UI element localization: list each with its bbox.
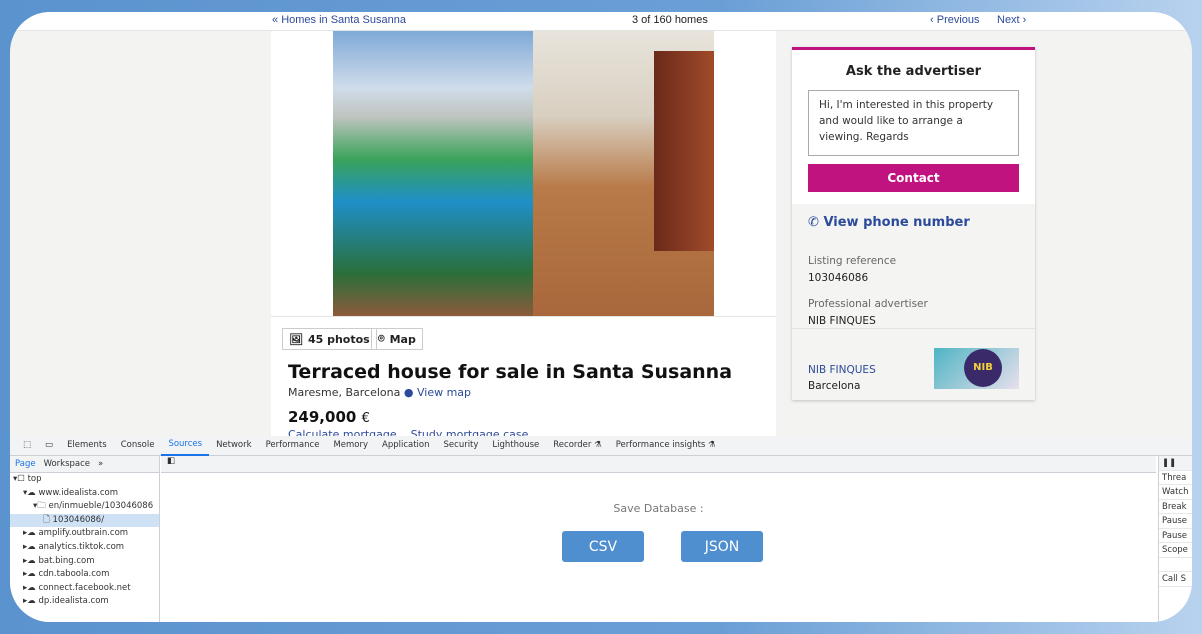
advertiser-label: Professional advertiser [808,298,928,310]
price-value: 249,000 [288,408,357,426]
tree-item[interactable]: ▸☁ bat.bing.com [10,555,159,569]
tree-item-label: en/inmueble/103046086 [48,501,154,512]
tree-item-label: www.idealista.com [38,487,118,498]
sources-navigator: Page Workspace » ▾☐ top ▾☁ www.idealista.co… [10,456,160,622]
editor-area: ◧ Save Database : CSV JSON [161,456,1156,622]
phone-label: View phone number [823,215,970,230]
debugger-section[interactable]: Pause [1159,514,1192,529]
contact-heading: Ask the advertiser [845,64,982,79]
listing-nav: « Homes in Santa Susanna 3 of 160 homes … [10,12,1192,31]
tree-item[interactable]: ▸☁ amplify.outbrain.com [10,527,159,541]
view-map-link[interactable]: ● View map [404,386,471,399]
photos-label: 45 photos [307,332,370,346]
browser-window: « Homes in Santa Susanna 3 of 160 homes … [10,12,1192,622]
inspect-icon[interactable]: ⬚ [16,436,38,455]
debugger-section[interactable] [1159,558,1192,572]
result-counter: 3 of 160 homes [632,14,708,26]
agency-logo[interactable]: NIB [934,348,1019,389]
tree-item[interactable]: ▾☐ top [10,473,159,487]
tree-item-label: connect.facebook.net [38,582,131,593]
tree-item-label: cdn.taboola.com [38,569,110,580]
map-pin-icon: ⌾ [378,332,385,345]
file-tree: ▾☐ top ▾☁ www.idealista.com ▾🗀 en/inmueble… [10,473,159,609]
devtools-tab[interactable]: Performance insights ⚗ [609,436,723,455]
agency-link[interactable]: NIB FINQUES [808,364,876,376]
tree-item[interactable]: ▸☁ connect.facebook.net [10,582,159,596]
image-icon: 🖼 [289,332,303,346]
devtools-tab[interactable]: Network [209,436,259,455]
view-phone-link[interactable]: ✆ View phone number [808,215,970,230]
tree-item-label: analytics.tiktok.com [38,541,125,552]
previous-label: Previous [936,14,980,26]
debugger-section[interactable]: Call S [1159,572,1192,587]
devtools-tab[interactable]: Lighthouse [485,436,546,455]
csv-button[interactable]: CSV [562,531,644,562]
back-label: Homes in Santa Susanna [281,14,406,26]
listing-title: Terraced house for sale in Santa Susanna [288,361,733,383]
tab-page[interactable]: Page [15,459,36,469]
ref-label: Listing reference [808,255,897,267]
tab-workspace[interactable]: Workspace [44,459,90,469]
devtools-tab[interactable]: Recorder ⚗ [546,436,608,455]
currency: € [361,411,370,426]
listing-main: 🖼 45 photos ⌾ Map Terraced house for sale … [271,31,776,441]
debugger-section[interactable]: Break [1159,500,1192,514]
next-link[interactable]: Next › [997,14,1026,26]
property-photo[interactable] [333,31,714,316]
json-button[interactable]: JSON [681,531,763,562]
tree-item-label: amplify.outbrain.com [38,528,129,539]
devtools-tab[interactable]: Security [437,436,486,455]
devtools-tabs: ⬚ ▭ Elements Console Sources Network Performan… [10,436,1192,456]
tree-item[interactable]: ▾🗀 en/inmueble/103046086 [10,500,159,514]
more-tabs-button[interactable]: » [98,459,103,469]
back-to-list-link[interactable]: « Homes in Santa Susanna [272,14,406,26]
devtools-tab[interactable]: Console [114,436,162,455]
ref-value: 103046086 [808,272,869,284]
tree-item[interactable]: ▸☁ analytics.tiktok.com [10,541,159,555]
tree-item-label: bat.bing.com [38,555,95,566]
debugger-section[interactable]: Scope [1159,543,1192,558]
previous-link[interactable]: ‹ Previous [930,14,980,26]
toggle-navigator-icon[interactable]: ◧ [161,456,175,466]
message-textarea[interactable]: Hi, I'm interested in this property and … [808,90,1019,156]
contact-card: Ask the advertiser Hi, I'm interested in… [792,47,1035,400]
tree-item-label: top [27,474,42,484]
device-icon[interactable]: ▭ [38,436,60,455]
agency-city: Barcelona [808,380,861,392]
price: 249,000 € [288,408,370,426]
tree-item-label: dp.idealista.com [38,596,109,607]
debugger-section[interactable]: Threa [1159,471,1192,485]
tree-item[interactable]: ▾☁ www.idealista.com [10,487,159,501]
devtools-tab[interactable]: Memory [326,436,375,455]
debugger-section[interactable]: Pause [1159,529,1192,543]
advertiser-value: NIB FINQUES [808,315,876,327]
photos-button[interactable]: 🖼 45 photos [282,328,377,350]
location: Maresme, Barcelona ● View map [288,386,471,399]
devtools-tab[interactable]: Performance [259,436,327,455]
save-database-label: Save Database : [613,502,704,515]
next-label: Next [997,14,1020,26]
devtools-tab[interactable]: Application [375,436,437,455]
devtools-panel: ⬚ ▭ Elements Console Sources Network Performan… [10,436,1192,622]
map-button[interactable]: ⌾ Map [371,328,423,350]
map-label: Map [389,332,416,346]
view-map-label: View map [416,386,472,399]
pause-icon[interactable]: ❚❚ [1159,456,1192,471]
phone-icon: ✆ [808,215,819,230]
devtools-tab[interactable]: Sources [161,435,210,456]
contact-button[interactable]: Contact [808,164,1019,192]
tree-item[interactable]: ▸☁ dp.idealista.com [10,595,159,609]
debugger-sidebar: ❚❚ Threa Watch Break Pause Pause Scope Call S [1158,456,1192,622]
tree-item[interactable]: ▸☁ cdn.taboola.com [10,568,159,582]
debugger-section[interactable]: Watch [1159,485,1192,500]
tree-item[interactable]: 🗋 103046086/ [10,513,159,528]
devtools-tab[interactable]: Elements [60,436,114,455]
tree-item-label: 103046086/ [52,514,105,525]
location-text: Maresme, Barcelona [288,386,401,399]
